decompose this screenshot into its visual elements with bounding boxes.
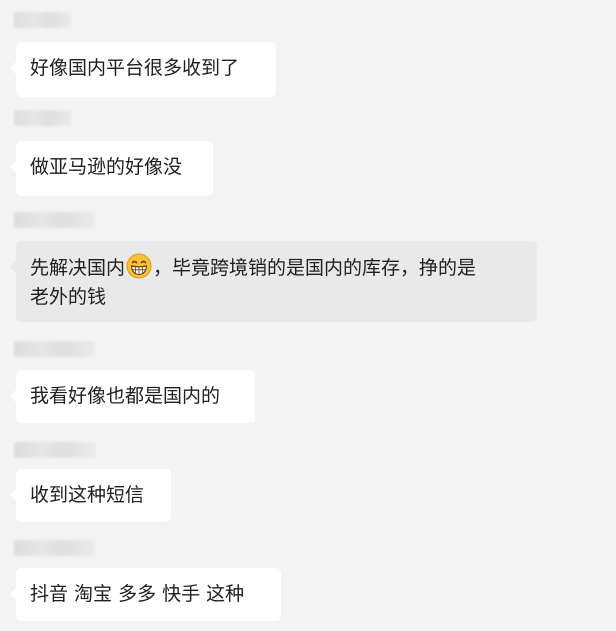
message-text: 老外的钱 [30, 286, 107, 308]
message-text: 做亚马逊的好像没 [30, 156, 183, 178]
message-text: 好像国内平台很多收到了 [30, 57, 240, 79]
message-text: ，毕竟跨境销的是国内的库存，挣的是 [153, 257, 477, 279]
message-bubble[interactable]: 我看好像也都是国内的 [10, 370, 255, 423]
blurred-sender-name [14, 110, 72, 126]
blurred-sender-name [14, 540, 96, 556]
message-text: 收到这种短信 [30, 484, 145, 506]
message-bubble[interactable]: 抖音 淘宝 多多 快手 这种 [10, 568, 281, 621]
blurred-sender-name [14, 341, 96, 357]
blurred-sender-name [14, 12, 72, 28]
message-bubble-highlighted[interactable]: 先解决国内 ，毕竟跨境销的是国内的库存，挣的是 老外的钱 [10, 241, 537, 322]
message-text: 先解决国内 [30, 257, 126, 279]
blurred-sender-name [14, 442, 96, 458]
chat-message-list: 好像国内平台很多收到了 做亚马逊的好像没 先解决国内 ，毕竟跨境销的是国内的库存… [0, 0, 616, 631]
message-bubble[interactable]: 做亚马逊的好像没 [10, 141, 213, 196]
message-line: 先解决国内 ，毕竟跨境销的是国内的库存，挣的是 [30, 253, 523, 283]
message-bubble[interactable]: 收到这种短信 [10, 469, 171, 522]
message-text: 我看好像也都是国内的 [30, 385, 221, 407]
blurred-sender-name [14, 212, 96, 228]
message-line: 老外的钱 [30, 283, 523, 312]
grinning-face-emoji-icon [126, 253, 152, 279]
message-bubble[interactable]: 好像国内平台很多收到了 [10, 42, 276, 97]
message-text: 抖音 淘宝 多多 快手 这种 [30, 583, 245, 605]
